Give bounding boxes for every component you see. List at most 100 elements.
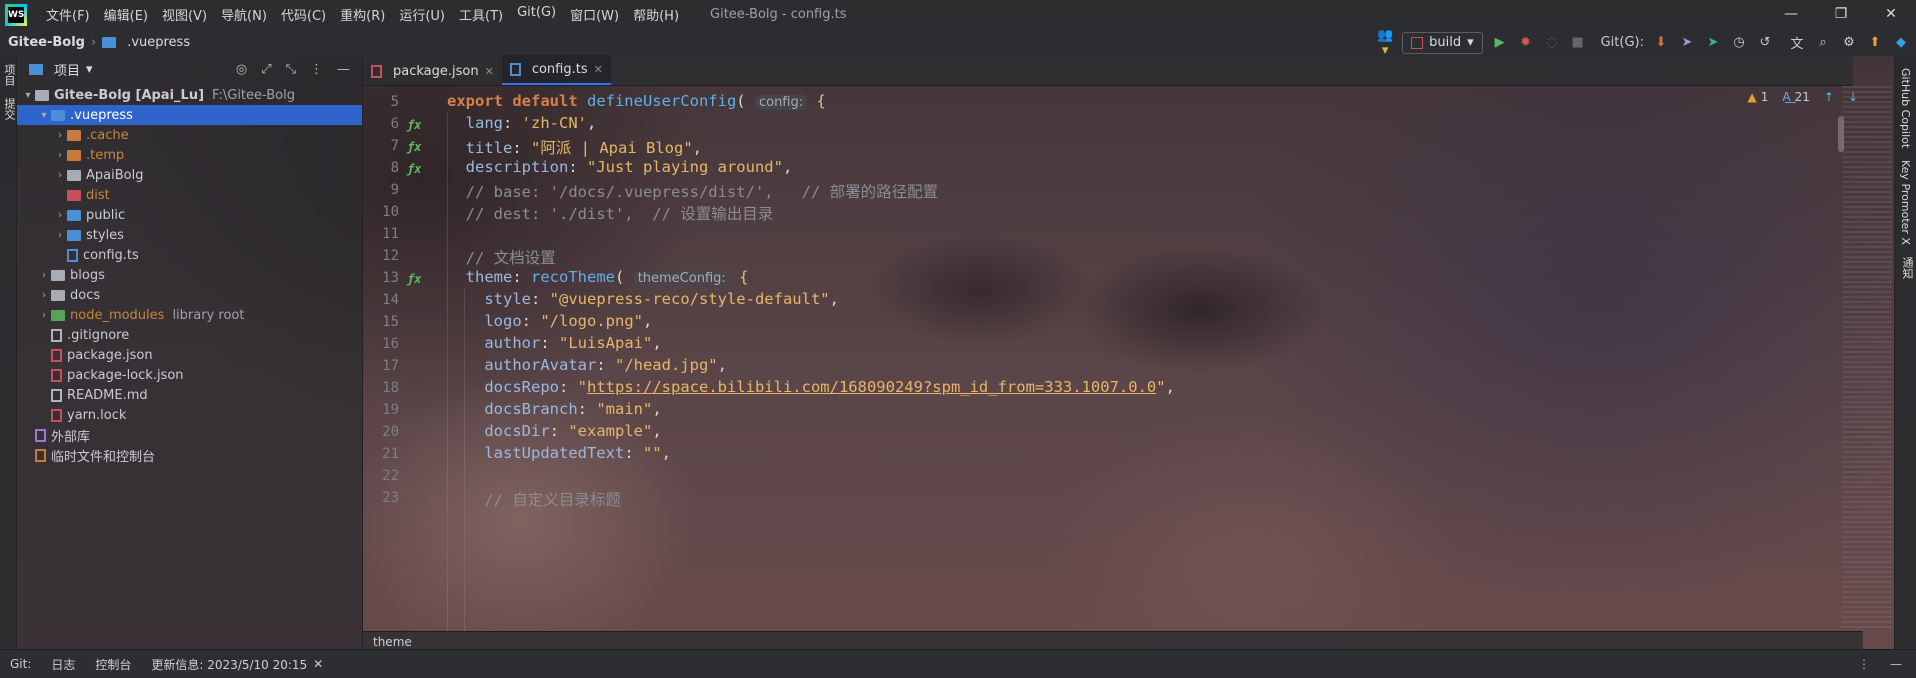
tree-item[interactable]: dist bbox=[17, 185, 362, 205]
menu-item[interactable]: 重构(R) bbox=[333, 5, 392, 24]
stop-icon[interactable]: ■ bbox=[1569, 35, 1587, 50]
code-line[interactable]: // 自定义目录标题 bbox=[447, 488, 621, 510]
menu-item[interactable]: 文件(F) bbox=[39, 5, 97, 24]
chevron-icon[interactable]: › bbox=[37, 310, 51, 321]
code-line[interactable]: docsBranch: "main", bbox=[447, 400, 661, 418]
tree-item[interactable]: README.md bbox=[17, 385, 362, 405]
tree-item[interactable]: .gitignore bbox=[17, 325, 362, 345]
menu-item[interactable]: 帮助(H) bbox=[626, 5, 686, 24]
code-line[interactable]: authorAvatar: "/head.jpg", bbox=[447, 356, 727, 374]
run-icon[interactable]: ▶ bbox=[1491, 35, 1509, 50]
menu-item[interactable]: Git(G) bbox=[510, 5, 563, 24]
code-line[interactable]: lastUpdatedText: "", bbox=[447, 444, 671, 462]
git-tool-label[interactable]: Git: bbox=[0, 657, 41, 671]
code-line[interactable]: style: "@vuepress-reco/style-default", bbox=[447, 290, 839, 308]
minimize-window-button[interactable]: — bbox=[1766, 0, 1816, 29]
code-line[interactable]: // 文档设置 bbox=[447, 246, 556, 268]
menu-item[interactable]: 窗口(W) bbox=[563, 5, 626, 24]
tree-item[interactable]: › styles bbox=[17, 225, 362, 245]
breadcrumb-folder[interactable]: .vuepress bbox=[127, 35, 190, 50]
code-line[interactable]: lang: 'zh-CN', bbox=[447, 114, 597, 132]
history-icon[interactable]: ◷ bbox=[1730, 35, 1748, 50]
tree-item[interactable]: › blogs bbox=[17, 265, 362, 285]
code-line[interactable]: description: "Just playing around", bbox=[447, 158, 793, 176]
project-panel-title[interactable]: 项目 bbox=[54, 60, 80, 79]
code-line[interactable]: docsRepo: "https://space.bilibili.com/16… bbox=[447, 378, 1175, 396]
chevron-icon[interactable]: › bbox=[53, 150, 67, 161]
implementation-icon[interactable]: ƒx bbox=[407, 272, 421, 286]
right-tool-tab[interactable]: 通知 bbox=[1899, 257, 1915, 279]
right-tool-tab[interactable]: Key Promoter X bbox=[1899, 160, 1912, 245]
chevron-icon[interactable]: ▾ bbox=[37, 110, 51, 121]
tree-item[interactable]: › .cache bbox=[17, 125, 362, 145]
code-editor[interactable]: 5 6 ƒx 7 ƒx 8 ƒx 9 10 11 12 13 ƒx 14 15 16 17 18 19 20 21 22 2… bbox=[363, 86, 1833, 631]
close-window-button[interactable]: ✕ bbox=[1866, 0, 1916, 29]
left-tool-tab[interactable]: 提交 bbox=[1, 94, 17, 124]
previous-highlight-icon[interactable]: ↑ bbox=[1824, 90, 1834, 104]
tree-item[interactable]: config.ts bbox=[17, 245, 362, 265]
breadcrumb-project[interactable]: Gitee-Bolg bbox=[8, 35, 85, 50]
rollback-icon[interactable]: ↺ bbox=[1756, 35, 1774, 50]
search-icon[interactable]: ⌕ bbox=[1814, 35, 1832, 50]
hide-icon[interactable]: — bbox=[337, 62, 350, 77]
editor-tab[interactable]: config.ts ✕ bbox=[501, 55, 611, 85]
code-line[interactable]: // dest: './dist', // 设置输出目录 bbox=[447, 202, 774, 224]
menu-item[interactable]: 运行(U) bbox=[392, 5, 452, 24]
tree-item[interactable]: › ApaiBolg bbox=[17, 165, 362, 185]
menu-item[interactable]: 代码(C) bbox=[274, 5, 333, 24]
implementation-icon[interactable]: ƒx bbox=[407, 118, 421, 132]
code-line[interactable]: author: "LuisApai", bbox=[447, 334, 661, 352]
editor-scrollbar[interactable] bbox=[1838, 116, 1844, 152]
options-icon[interactable]: ⋮ bbox=[1858, 657, 1870, 671]
tree-item[interactable]: › public bbox=[17, 205, 362, 225]
run-configuration-dropdown[interactable]: build ▾ bbox=[1402, 31, 1483, 54]
git-push-icon[interactable]: ➤ bbox=[1704, 35, 1722, 50]
editor-tab[interactable]: package.json ✕ bbox=[363, 57, 502, 85]
close-icon[interactable]: ✕ bbox=[313, 657, 323, 671]
menu-item[interactable]: 视图(V) bbox=[155, 5, 214, 24]
code-line[interactable]: // base: '/docs/.vuepress/dist/', // 部署的… bbox=[447, 180, 938, 202]
implementation-icon[interactable]: ƒx bbox=[407, 140, 421, 154]
chevron-icon[interactable]: › bbox=[37, 290, 51, 301]
tree-item[interactable]: yarn.lock bbox=[17, 405, 362, 425]
tree-item[interactable]: › node_modules library root bbox=[17, 305, 362, 325]
tree-item[interactable]: ▾ .vuepress bbox=[17, 105, 362, 125]
right-tool-tab[interactable]: GitHub Copilot bbox=[1899, 68, 1912, 148]
users-icon[interactable]: 👥▾ bbox=[1376, 28, 1394, 58]
menu-item[interactable]: 工具(T) bbox=[452, 5, 510, 24]
minimize-icon[interactable]: — bbox=[1890, 657, 1902, 671]
tree-item[interactable]: package.json bbox=[17, 345, 362, 365]
tree-item[interactable]: › docs bbox=[17, 285, 362, 305]
chevron-icon[interactable]: › bbox=[53, 210, 67, 221]
tree-item[interactable]: › .temp bbox=[17, 145, 362, 165]
coverage-icon[interactable]: ◌ bbox=[1543, 35, 1561, 50]
tree-item[interactable]: package-lock.json bbox=[17, 365, 362, 385]
code-line[interactable]: title: "阿派 | Apai Blog", bbox=[447, 136, 702, 158]
menu-item[interactable]: 导航(N) bbox=[214, 5, 274, 24]
code-line[interactable]: logo: "/logo.png", bbox=[447, 312, 652, 330]
update-info-tab[interactable]: 更新信息: 2023/5/10 20:15 ✕ bbox=[141, 656, 333, 673]
log-tab[interactable]: 日志 bbox=[41, 656, 85, 673]
code-line[interactable]: docsDir: "example", bbox=[447, 422, 661, 440]
locate-icon[interactable]: ◎ bbox=[236, 62, 247, 77]
code-minimap[interactable] bbox=[1842, 86, 1892, 631]
webstorm-logo-icon[interactable]: WS bbox=[5, 3, 27, 26]
git-commit-icon[interactable]: ➤ bbox=[1678, 35, 1696, 50]
close-icon[interactable]: ✕ bbox=[594, 63, 603, 76]
tree-item[interactable]: ▾ Gitee-Bolg [Apai_Lu] F:\Gitee-Bolg bbox=[17, 85, 362, 105]
code-line[interactable]: theme: recoTheme( themeConfig: { bbox=[447, 268, 748, 286]
chevron-down-icon[interactable]: ▾ bbox=[86, 62, 93, 77]
plugin-icon[interactable]: ◆ bbox=[1892, 35, 1910, 50]
chevron-icon[interactable]: › bbox=[53, 170, 67, 181]
collapse-all-icon[interactable]: ⤡ bbox=[286, 62, 296, 77]
left-tool-tab[interactable]: 项目 bbox=[1, 60, 17, 90]
maximize-window-button[interactable]: ❐ bbox=[1816, 0, 1866, 29]
console-tab[interactable]: 控制台 bbox=[85, 656, 141, 673]
chevron-icon[interactable]: › bbox=[53, 230, 67, 241]
close-icon[interactable]: ✕ bbox=[485, 65, 494, 78]
translate-icon[interactable]: 文 bbox=[1788, 33, 1806, 52]
update-icon[interactable]: ⬆ bbox=[1866, 35, 1884, 50]
menu-item[interactable]: 编辑(E) bbox=[97, 5, 155, 24]
tree-item[interactable]: 外部库 bbox=[17, 425, 362, 445]
chevron-icon[interactable]: › bbox=[37, 270, 51, 281]
